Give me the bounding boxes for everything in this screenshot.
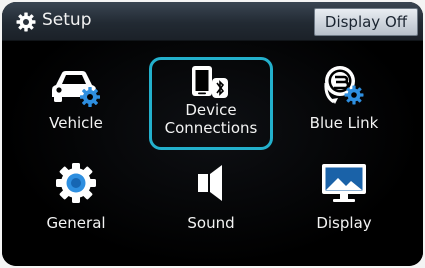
vehicle-button[interactable]: Vehicle [14, 57, 138, 149]
general-label: General [46, 214, 106, 232]
device-connections-icon [192, 66, 228, 98]
setup-screen: Setup Display Off Vehicle Device Connect… [2, 2, 423, 266]
device-connections-label-line1: Device [185, 101, 237, 119]
device-connections-label-line2: Connections [164, 119, 258, 137]
blue-link-label: Blue Link [309, 114, 379, 132]
general-gear-icon [56, 163, 96, 203]
sound-button[interactable]: Sound [149, 157, 273, 249]
monitor-icon [322, 164, 366, 202]
device-connections-button[interactable]: Device Connections [149, 57, 273, 150]
sound-label: Sound [187, 214, 235, 232]
page-title: Setup [42, 10, 92, 30]
blue-link-icon [324, 66, 364, 105]
display-button[interactable]: Display [282, 157, 406, 249]
menu-grid: Vehicle Device Connections Blue Link Gen… [2, 41, 423, 266]
speaker-icon [198, 165, 222, 201]
blue-link-button[interactable]: Blue Link [282, 57, 406, 149]
settings-gear-icon [16, 12, 36, 32]
vehicle-label: Vehicle [49, 114, 103, 132]
vehicle-icon [52, 71, 100, 107]
display-off-button[interactable]: Display Off [314, 8, 418, 36]
display-label: Display [316, 214, 372, 232]
header-bar: Setup Display Off [2, 2, 423, 41]
general-button[interactable]: General [14, 157, 138, 249]
